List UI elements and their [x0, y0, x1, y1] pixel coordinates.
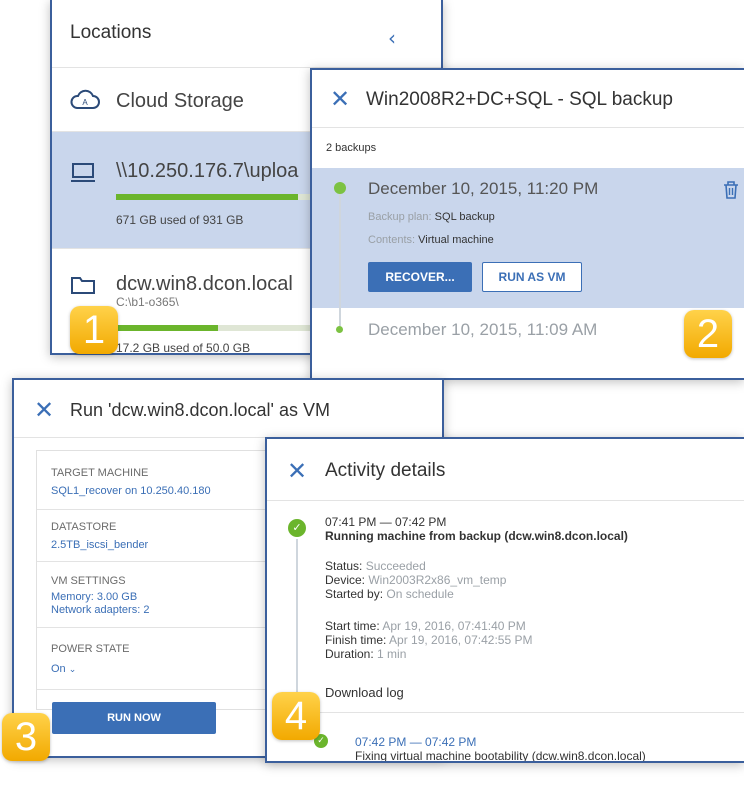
activity-started-by: Started by: On schedule	[325, 587, 454, 601]
run-vm-header: ✕ Run 'dcw.win8.dcon.local' as VM	[14, 380, 442, 438]
timeline-dot	[334, 182, 346, 194]
started-by-value: On schedule	[386, 587, 454, 601]
chevron-left-icon[interactable]: ‹	[388, 26, 396, 50]
target-machine-value[interactable]: SQL1_recover on 10.250.40.180	[51, 485, 211, 497]
target-machine-label: TARGET MACHINE	[51, 467, 149, 479]
folder-icon	[71, 277, 95, 294]
locations-title: Locations	[70, 22, 152, 43]
activity-time: 07:42 PM — 07:42 PM	[355, 735, 477, 749]
backups-title: Win2008R2+DC+SQL - SQL backup	[366, 89, 673, 110]
device-label: Device:	[325, 573, 366, 587]
location-path: C:\b1-o365\	[116, 295, 179, 309]
activity-header: ✕ Activity details	[267, 439, 744, 501]
finish-time-label: Finish time:	[325, 633, 387, 647]
backup-plan-label: Backup plan:	[368, 211, 432, 223]
usage-bar-fill	[116, 325, 218, 331]
datastore-label: DATASTORE	[51, 521, 117, 533]
step-badge-4: 4	[272, 692, 320, 740]
usage-text: 671 GB used of 931 GB	[116, 213, 244, 227]
duration-value: 1 min	[377, 647, 407, 661]
close-icon[interactable]: ✕	[34, 398, 54, 422]
close-icon[interactable]: ✕	[330, 87, 350, 111]
success-check-icon: ✓	[288, 519, 306, 537]
divider	[288, 712, 744, 713]
backup-contents-value: Virtual machine	[418, 234, 494, 246]
computer-icon	[71, 163, 95, 182]
trash-icon[interactable]	[722, 180, 740, 200]
step-badge-1: 1	[70, 306, 118, 354]
activity-status: Status: Succeeded	[325, 559, 426, 573]
activity-device: Device: Win2003R2x86_vm_temp	[325, 573, 506, 587]
backup-row-selected[interactable]: December 10, 2015, 11:20 PM Backup plan:…	[312, 168, 744, 308]
timeline-line	[339, 308, 341, 326]
duration-label: Duration:	[325, 647, 374, 661]
status-label: Status:	[325, 559, 363, 573]
timeline-dot	[336, 326, 343, 333]
activity-title: Activity details	[325, 460, 446, 481]
cloud-icon: A	[70, 89, 100, 109]
vm-memory-value[interactable]: Memory: 3.00 GB	[51, 591, 137, 603]
power-state-label: POWER STATE	[51, 643, 130, 655]
backups-count: 2 backups	[326, 142, 377, 154]
run-vm-title: Run 'dcw.win8.dcon.local' as VM	[70, 400, 330, 420]
location-name: dcw.win8.dcon.local	[116, 273, 293, 295]
vm-settings-label: VM SETTINGS	[51, 575, 126, 587]
step-badge-3: 3	[2, 713, 50, 761]
backup-plan-value: SQL backup	[434, 211, 495, 223]
backup-contents-label: Contents:	[368, 234, 416, 246]
svg-text:A: A	[82, 98, 88, 107]
activity-start-time: Start time: Apr 19, 2016, 07:41:40 PM	[325, 619, 526, 633]
run-now-button[interactable]: RUN NOW	[52, 702, 216, 734]
run-as-vm-button[interactable]: RUN AS VM	[482, 262, 582, 292]
power-state-value: On	[51, 663, 66, 675]
activity-name: Running machine from backup (dcw.win8.dc…	[325, 529, 628, 543]
timeline-line	[296, 539, 298, 711]
backup-date: December 10, 2015, 11:09 AM	[368, 320, 598, 339]
finish-time-value: Apr 19, 2016, 07:42:55 PM	[389, 633, 533, 647]
start-time-value: Apr 19, 2016, 07:41:40 PM	[382, 619, 526, 633]
timeline-line	[339, 194, 341, 308]
backup-contents: Contents: Virtual machine	[368, 234, 494, 246]
close-icon[interactable]: ✕	[287, 459, 307, 483]
backup-date: December 10, 2015, 11:20 PM	[368, 179, 599, 198]
activity-finish-time: Finish time: Apr 19, 2016, 07:42:55 PM	[325, 633, 532, 647]
activity-duration: Duration: 1 min	[325, 647, 406, 661]
status-value: Succeeded	[365, 559, 426, 573]
datastore-value[interactable]: 2.5TB_iscsi_bender	[51, 539, 148, 551]
chevron-down-icon: ⌄	[68, 665, 77, 675]
usage-bar-fill	[116, 194, 298, 200]
download-log-link[interactable]: Download log	[325, 685, 404, 700]
step-badge-2: 2	[684, 310, 732, 358]
activity-time: 07:41 PM — 07:42 PM	[325, 515, 447, 529]
usage-text: 17.2 GB used of 50.0 GB	[116, 341, 251, 355]
activity-details-panel: ✕ Activity details ✓ 07:41 PM — 07:42 PM…	[265, 437, 744, 763]
location-name: \\10.250.176.7\uploa	[116, 160, 299, 182]
backups-header: ✕ Win2008R2+DC+SQL - SQL backup	[312, 70, 744, 128]
backup-row[interactable]: December 10, 2015, 11:09 AM	[312, 308, 744, 378]
device-value: Win2003R2x86_vm_temp	[368, 573, 507, 587]
started-by-label: Started by:	[325, 587, 384, 601]
backup-plan: Backup plan: SQL backup	[368, 211, 495, 223]
vm-adapters-value[interactable]: Network adapters: 2	[51, 604, 149, 616]
activity-name: Fixing virtual machine bootability (dcw.…	[355, 749, 646, 763]
start-time-label: Start time:	[325, 619, 380, 633]
recover-button[interactable]: RECOVER...	[368, 262, 472, 292]
locations-header: Locations ‹	[52, 0, 441, 68]
backups-panel: ✕ Win2008R2+DC+SQL - SQL backup 2 backup…	[310, 68, 744, 380]
location-name: Cloud Storage	[116, 90, 244, 112]
power-state-dropdown[interactable]: On ⌄	[51, 663, 76, 675]
